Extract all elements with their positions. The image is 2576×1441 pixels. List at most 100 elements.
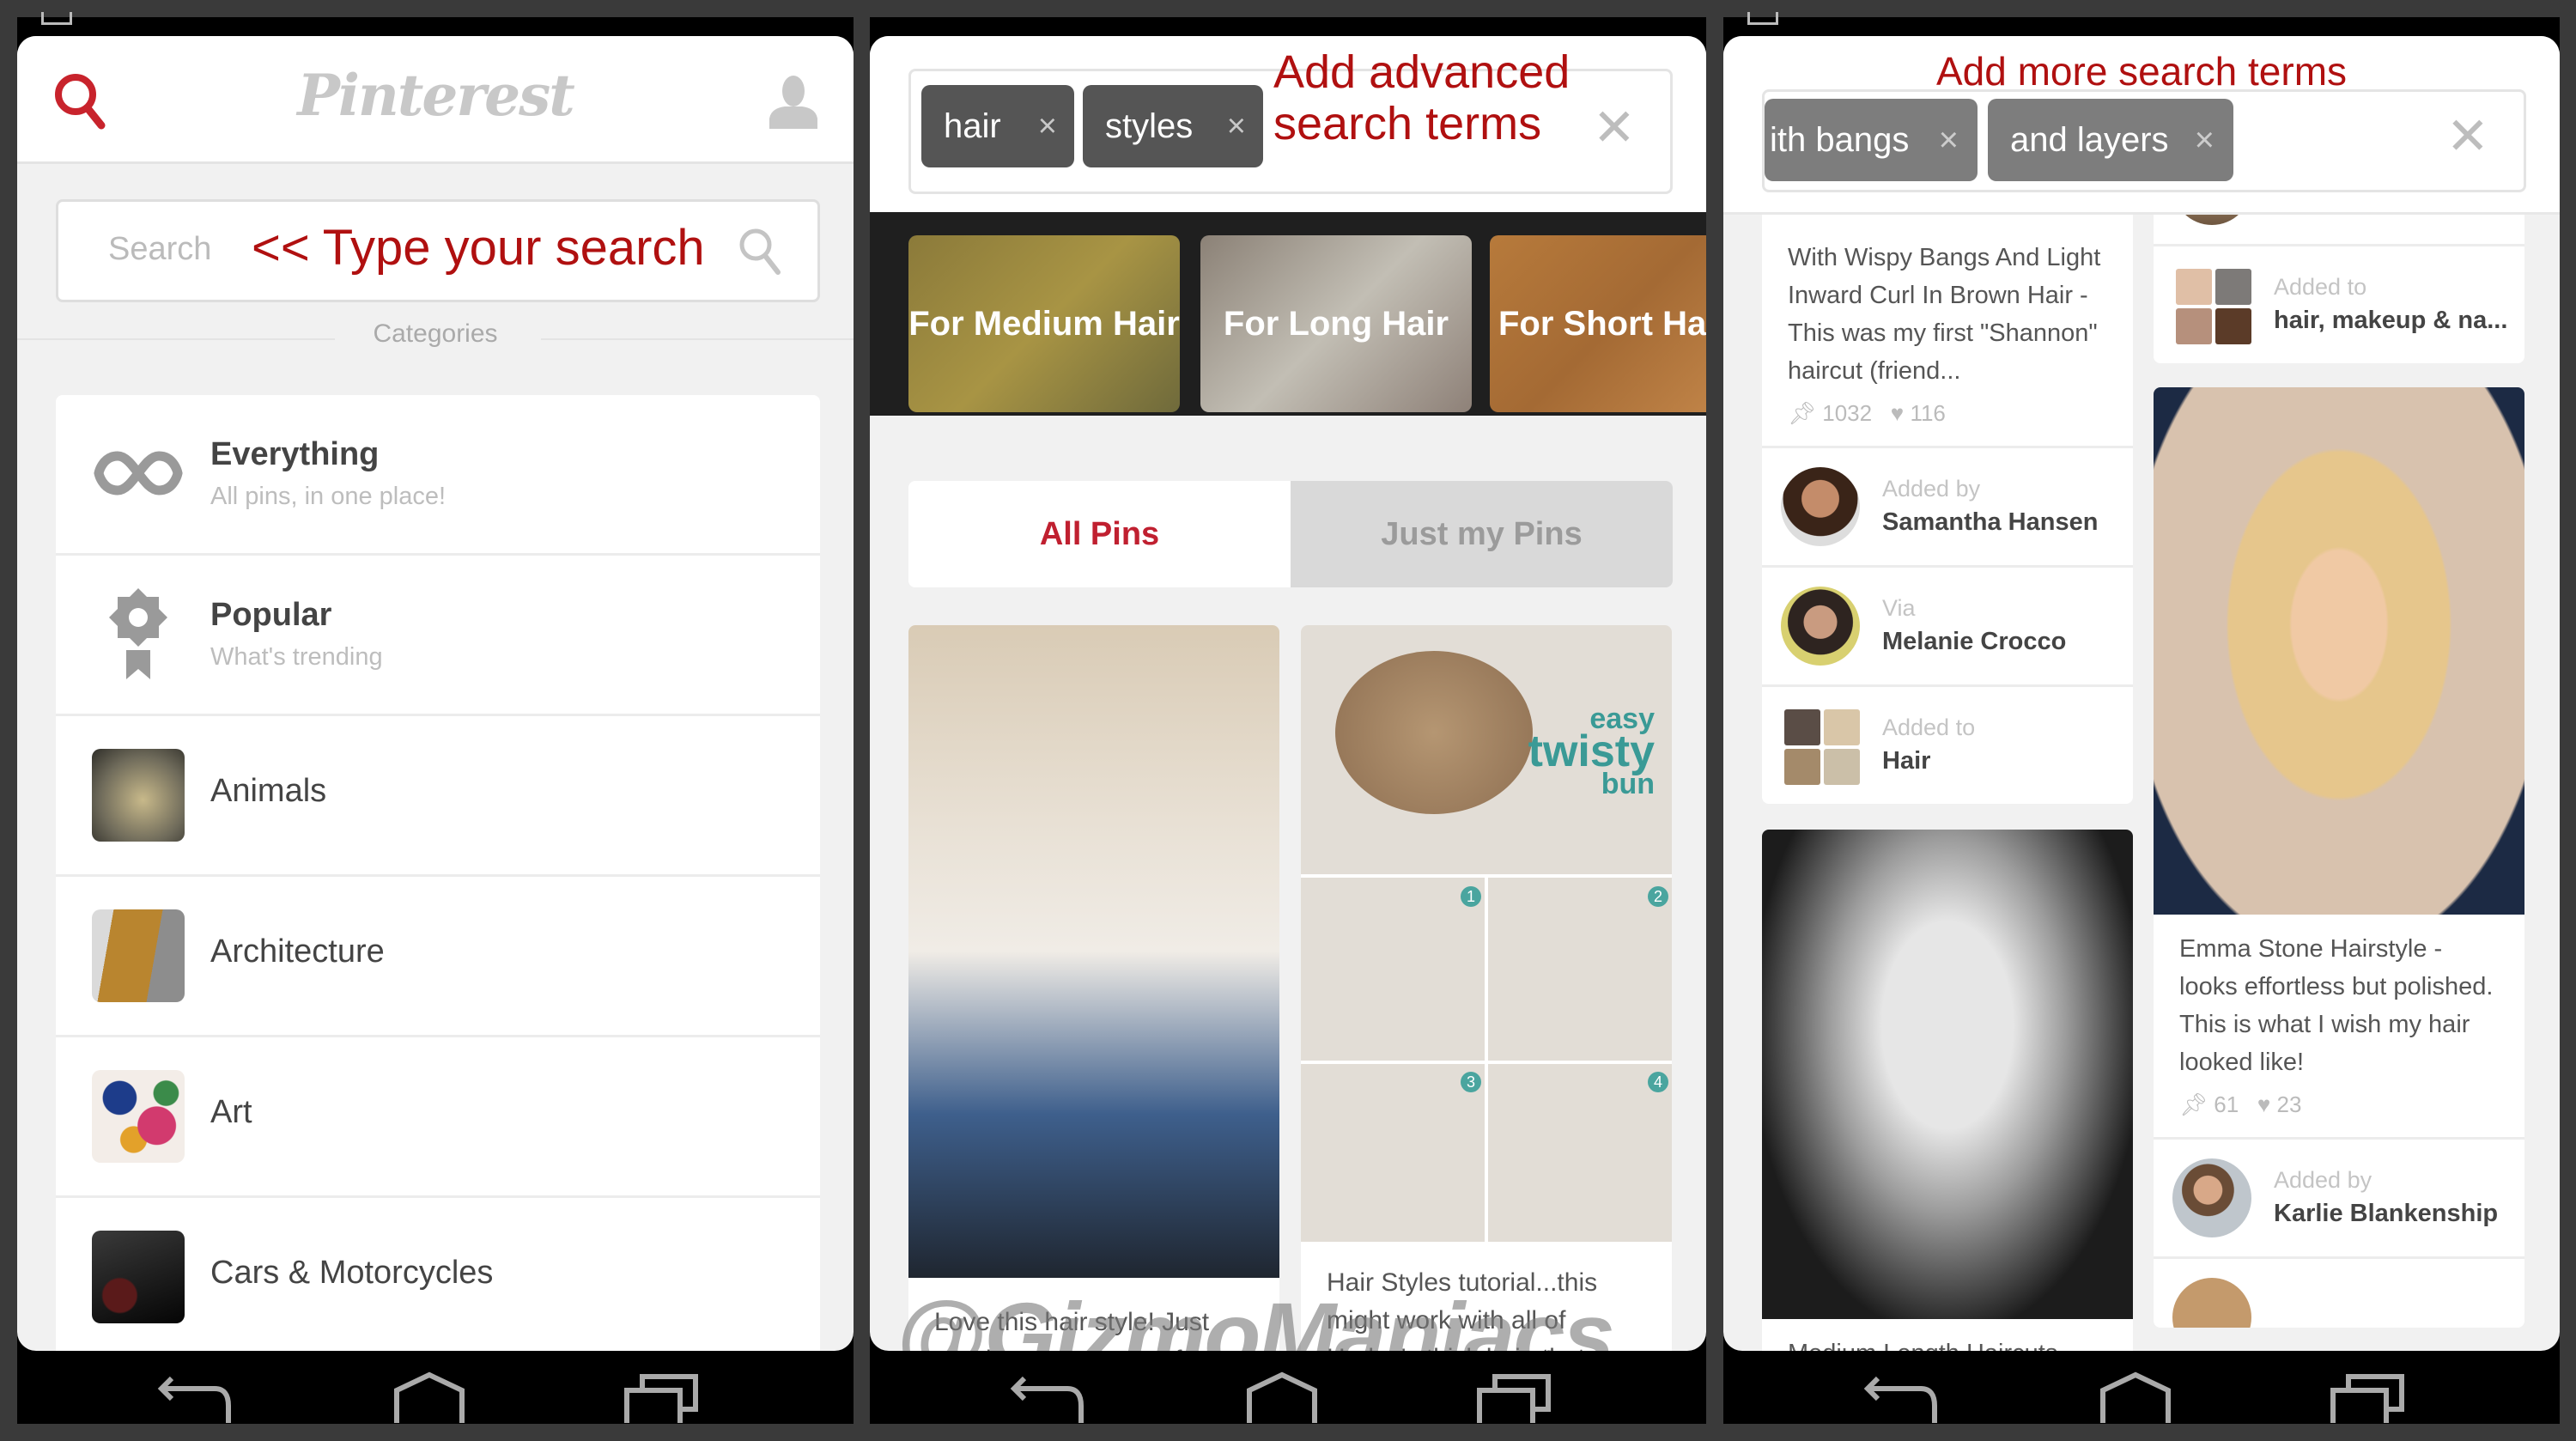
search-header: Add more search terms ith bangs × and la… xyxy=(1723,36,2560,215)
pinterest-logo: Pinterest xyxy=(297,62,575,129)
repin-count: 61 xyxy=(2214,1091,2239,1117)
pin-column-left: With Wispy Bangs And Light Inward Curl I… xyxy=(1762,165,2133,1351)
pin-card[interactable]: easy twisty bun 1 2 3 4 Hair Styles tuto… xyxy=(1301,625,1672,1351)
attribution-label: Added to xyxy=(1882,714,1976,740)
step-badge: 1 xyxy=(1461,886,1481,907)
attribution-label: Via xyxy=(1882,595,1916,621)
guide-medium-hair[interactable]: For Medium Hair xyxy=(908,235,1180,412)
back-button[interactable] xyxy=(1861,1371,1947,1423)
app-header: Pinterest xyxy=(17,36,854,164)
guide-long-hair[interactable]: For Long Hair xyxy=(1200,235,1472,412)
guided-search-strip: For Medium Hair For Long Hair For Short … xyxy=(870,212,1706,416)
pins-filter-tabs: All Pins Just my Pins xyxy=(908,481,1673,587)
pin-image: easy twisty bun 1 2 3 4 xyxy=(1301,625,1672,1243)
token-label: styles xyxy=(1105,107,1194,145)
clear-search-icon[interactable]: ✕ xyxy=(2446,102,2489,171)
category-name: Popular xyxy=(210,597,332,633)
search-submit-icon[interactable] xyxy=(737,226,785,277)
recent-apps-button[interactable] xyxy=(2324,1371,2410,1423)
category-item-cars[interactable]: Cars & Motorcycles xyxy=(56,1198,820,1351)
home-button[interactable] xyxy=(1239,1371,1325,1423)
attribution-label: Added by xyxy=(1882,476,1981,502)
search-token[interactable]: and layers × xyxy=(1988,99,2233,181)
cars-thumbnail xyxy=(92,1231,185,1323)
avatar xyxy=(2172,1278,2251,1328)
category-name: Art xyxy=(210,1094,252,1130)
category-item-animals[interactable]: Animals xyxy=(56,716,820,877)
caption-line: twisty xyxy=(1528,727,1655,776)
search-placeholder: Search xyxy=(108,231,212,267)
board-thumbnail xyxy=(1784,709,1860,785)
repin-icon: 📌︎ xyxy=(2179,1091,2208,1117)
tab-just-my-pins[interactable]: Just my Pins xyxy=(1291,481,1673,587)
search-token[interactable]: hair × xyxy=(921,85,1074,167)
category-name: Cars & Motorcycles xyxy=(210,1255,494,1291)
categories-heading: Categories xyxy=(373,319,498,348)
category-item-everything[interactable]: Everything All pins, in one place! xyxy=(56,395,820,556)
back-button[interactable] xyxy=(155,1371,240,1423)
like-count: 23 xyxy=(2276,1091,2302,1117)
home-button[interactable] xyxy=(2093,1371,2178,1423)
heart-icon: ♥ xyxy=(2257,1091,2271,1117)
pin-card[interactable]: With Wispy Bangs And Light Inward Curl I… xyxy=(1762,165,2133,804)
status-bar xyxy=(17,12,854,36)
user-name[interactable]: Samantha Hansen xyxy=(1882,508,2098,537)
search-token-input[interactable]: ith bangs × and layers × ✕ xyxy=(1762,89,2526,192)
user-name[interactable]: Melanie Crocco xyxy=(1882,628,2066,656)
pin-card[interactable]: Love this hair style! Just need to grow … xyxy=(908,625,1279,1351)
board-name[interactable]: Hair xyxy=(1882,747,1930,775)
pin-card[interactable]: Emma Stone Hairstyle - looks effortless … xyxy=(2154,387,2524,1328)
attribution-label: Added by xyxy=(2274,1167,2372,1193)
home-icon xyxy=(2100,1371,2171,1423)
category-item-art[interactable]: Art xyxy=(56,1037,820,1198)
category-item-popular[interactable]: Popular What's trending xyxy=(56,556,820,716)
android-nav-bar xyxy=(870,1351,1706,1424)
search-token[interactable]: styles × xyxy=(1083,85,1263,167)
pin-added-to-board[interactable]: Added to hair, makeup & na... xyxy=(2154,244,2524,363)
category-item-architecture[interactable]: Architecture xyxy=(56,877,820,1037)
pin-added-to-board[interactable]: Added to Hair xyxy=(1762,684,2133,804)
bun-photo xyxy=(1335,651,1533,814)
avatar xyxy=(1781,587,1860,666)
pin-via[interactable]: Via Melanie Crocco xyxy=(1762,565,2133,684)
remove-token-icon[interactable]: × xyxy=(1227,85,1246,167)
pin-attribution-partial xyxy=(2154,1256,2524,1328)
remove-token-icon[interactable]: × xyxy=(1038,85,1057,167)
pin-image xyxy=(908,625,1279,1278)
annotation-advanced-search: Add advanced search terms xyxy=(1273,46,1571,149)
art-thumbnail xyxy=(92,1070,185,1163)
guide-short-hair[interactable]: For Short Hair xyxy=(1490,235,1706,412)
app-screen: Pinterest Search << Type your search Cat… xyxy=(17,36,854,1351)
category-name: Everything xyxy=(210,436,380,472)
recent-apps-button[interactable] xyxy=(618,1371,704,1423)
board-name[interactable]: hair, makeup & na... xyxy=(2274,307,2507,335)
back-button[interactable] xyxy=(1007,1371,1093,1423)
category-name: Animals xyxy=(210,773,327,809)
pin-added-by[interactable]: Added by Karlie Blankenship xyxy=(2154,1137,2524,1256)
tab-all-pins[interactable]: All Pins xyxy=(908,481,1291,587)
remove-token-icon[interactable]: × xyxy=(2195,99,2215,181)
divider xyxy=(1485,874,1488,1243)
back-icon xyxy=(157,1376,231,1423)
category-subtitle: All pins, in one place! xyxy=(210,483,447,510)
pin-card[interactable]: Medium Length Haircuts. xyxy=(1762,830,2133,1351)
app-screen: hair × styles × ✕ Add advanced search te… xyxy=(870,36,1706,1351)
status-bar xyxy=(1723,12,2560,36)
recent-apps-icon xyxy=(1477,1374,1551,1423)
user-name[interactable]: Karlie Blankenship xyxy=(2274,1200,2498,1228)
search-token[interactable]: ith bangs × xyxy=(1765,99,1978,181)
home-icon xyxy=(394,1371,465,1423)
search-input[interactable]: Search << Type your search xyxy=(56,199,820,302)
pin-column-right: Added by Tanya Ede Added to hair, makeup… xyxy=(2154,165,2524,1328)
pin-added-by[interactable]: Added by Samantha Hansen xyxy=(1762,446,2133,565)
remove-token-icon[interactable]: × xyxy=(1939,99,1959,181)
home-button[interactable] xyxy=(386,1371,472,1423)
token-label: ith bangs xyxy=(1770,121,1910,159)
board-thumbnail xyxy=(2176,269,2251,344)
pin-image xyxy=(2154,387,2524,915)
profile-icon[interactable] xyxy=(768,74,819,129)
recent-apps-button[interactable] xyxy=(1471,1371,1557,1423)
notification-icon xyxy=(1747,12,1778,25)
recent-apps-icon xyxy=(2330,1374,2404,1423)
pin-image xyxy=(1762,830,2133,1319)
